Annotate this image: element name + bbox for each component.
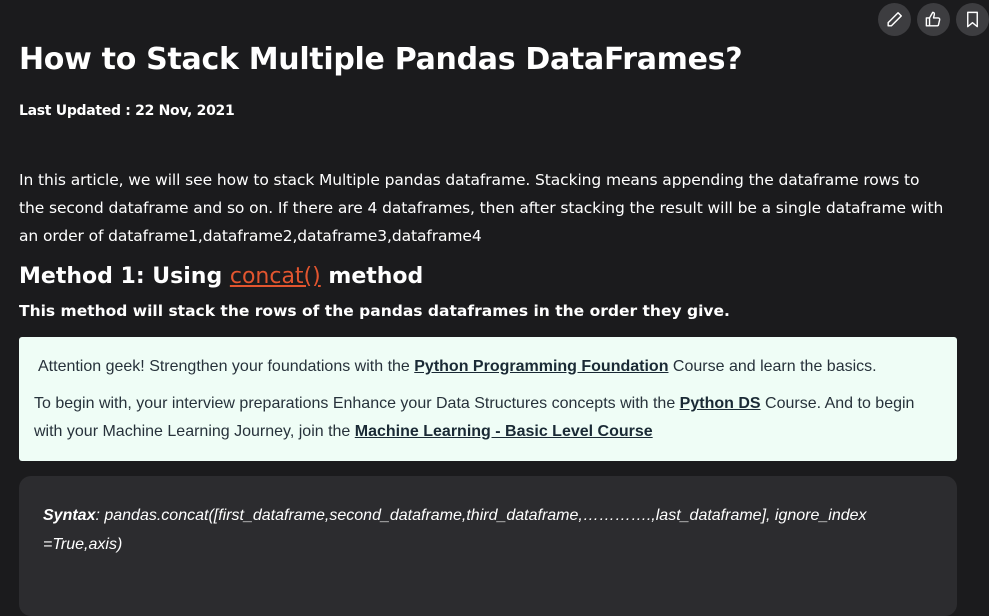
article-action-bar — [878, 3, 989, 36]
attention-banner: Attention geek! Strengthen your foundati… — [19, 337, 957, 461]
attention-line-1-pre: Attention geek! Strengthen your foundati… — [38, 358, 415, 375]
method-heading-prefix: Method 1: Using — [19, 264, 230, 289]
method-1-heading: Method 1: Using concat() method — [19, 264, 423, 289]
attention-line-1-post: Course and learn the basics. — [668, 358, 877, 375]
python-ds-link[interactable]: Python DS — [680, 395, 761, 412]
pencil-icon — [887, 12, 902, 27]
intro-paragraph: In this article, we will see how to stac… — [19, 171, 944, 245]
machine-learning-course-link[interactable]: Machine Learning - Basic Level Course — [355, 423, 653, 440]
bookmark-button[interactable] — [956, 3, 989, 36]
concat-link[interactable]: concat() — [230, 264, 321, 289]
attention-line-1: Attention geek! Strengthen your foundati… — [34, 353, 942, 381]
thumbs-up-icon — [925, 11, 941, 27]
syntax-label: Syntax — [43, 507, 96, 524]
page-title: How to Stack Multiple Pandas DataFrames? — [19, 42, 743, 77]
syntax-block: Syntax: pandas.concat([first_dataframe,s… — [19, 476, 957, 616]
syntax-text: : pandas.concat([first_dataframe,second_… — [43, 507, 867, 553]
attention-line-2-pre: To begin with, your interview preparatio… — [34, 395, 680, 412]
python-programming-foundation-link[interactable]: Python Programming Foundation — [414, 358, 668, 375]
last-updated-date: Last Updated : 22 Nov, 2021 — [19, 103, 235, 119]
edit-button[interactable] — [878, 3, 911, 36]
method-description: This method will stack the rows of the p… — [19, 302, 730, 320]
method-heading-suffix: method — [320, 264, 424, 289]
bookmark-icon — [967, 11, 978, 28]
like-button[interactable] — [917, 3, 950, 36]
attention-line-2: To begin with, your interview preparatio… — [34, 390, 942, 446]
